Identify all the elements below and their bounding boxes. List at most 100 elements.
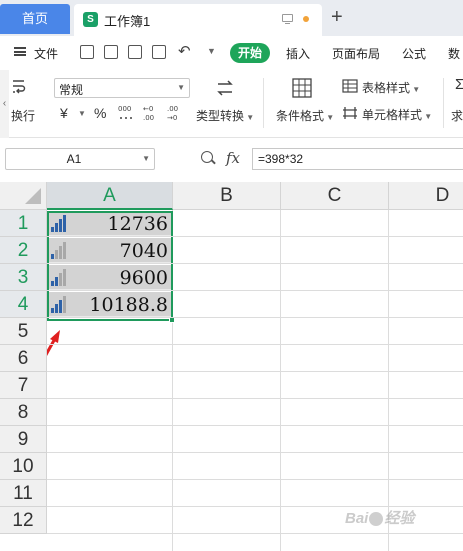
row-header-6[interactable]: 6	[0, 345, 47, 372]
row-header-12[interactable]: 12	[0, 507, 47, 534]
grid-line	[47, 506, 463, 507]
sum-icon: Σ	[455, 76, 463, 93]
conditional-format-label: 条件格式	[276, 109, 325, 123]
undo-icon[interactable]: ↶	[178, 42, 191, 60]
formula-input[interactable]: =398*32	[252, 148, 463, 170]
watermark-text: 经验	[384, 510, 415, 527]
chevron-down-icon[interactable]: ▼	[207, 46, 216, 56]
currency-button[interactable]: ¥	[60, 105, 68, 121]
table-style-icon	[342, 79, 358, 93]
row-header-1[interactable]: 1	[0, 210, 47, 237]
grid-line	[47, 479, 463, 480]
column-header-d[interactable]: D	[389, 182, 463, 210]
export-icon[interactable]	[104, 45, 118, 59]
grid-line	[47, 344, 463, 345]
svg-text:→0: →0	[167, 114, 177, 122]
print-preview-icon[interactable]	[152, 45, 166, 59]
plus-icon[interactable]: +	[331, 5, 343, 29]
tab-start[interactable]: 开始	[230, 43, 270, 63]
grid-line	[47, 263, 463, 264]
tab-bar: 首页 S 工作簿1 +	[0, 0, 463, 36]
paw-icon	[369, 512, 384, 527]
tab-workbook-title: 工作簿1	[104, 14, 151, 29]
cell-style-button[interactable]: 单元格样式 ▼	[362, 106, 432, 123]
ribbon: 换行 常规 ▼ ¥ ▼ % 000 ←0 .00 .00 →0 类型转换 ▼ 条…	[0, 70, 463, 138]
row-header-2[interactable]: 2	[0, 237, 47, 264]
type-convert-label: 类型转换	[196, 109, 245, 123]
grid-line	[280, 210, 281, 551]
wrap-text-icon	[13, 80, 26, 94]
grid-line	[47, 452, 463, 453]
row-header-5[interactable]: 5	[0, 318, 47, 345]
spreadsheet-app: 首页 S 工作簿1 + 文件 ↶ ▼ 开始 插入 页面布局 公式 数 换行 常规…	[0, 0, 463, 551]
formula-bar: A1 ▼ fx =398*32	[0, 138, 463, 182]
row-header-3[interactable]: 3	[0, 264, 47, 291]
ribbon-collapse-arrow[interactable]: ‹	[0, 70, 9, 138]
menu-data[interactable]: 数	[448, 45, 460, 62]
watermark-text: Bai	[345, 510, 369, 527]
number-format-value: 常规	[59, 83, 84, 97]
row-header-8[interactable]: 8	[0, 399, 47, 426]
spreadsheet-logo-icon: S	[83, 12, 98, 27]
increase-decimal-icon: ←0 .00	[143, 105, 154, 122]
cell-style-label: 单元格样式	[362, 108, 423, 122]
type-convert-button[interactable]: 类型转换 ▼	[196, 107, 254, 124]
table-style-label: 表格样式	[362, 81, 411, 95]
row-header-11[interactable]: 11	[0, 480, 47, 507]
decrease-decimal-icon: .00 →0	[167, 105, 178, 122]
svg-text:.00: .00	[167, 105, 178, 113]
chevron-down-icon[interactable]: ▼	[78, 109, 86, 118]
tab-home[interactable]: 首页	[0, 4, 70, 34]
svg-text:.00: .00	[143, 114, 154, 122]
zoom-icon[interactable]	[201, 151, 213, 163]
row-header-9[interactable]: 9	[0, 426, 47, 453]
name-box[interactable]: A1 ▼	[5, 148, 155, 170]
grid-line	[47, 236, 463, 237]
save-icon[interactable]	[80, 45, 94, 59]
grid-line	[47, 371, 463, 372]
grid-line	[47, 317, 463, 318]
watermark: Bai 经验	[345, 507, 414, 528]
cell-style-icon	[343, 107, 357, 119]
menu-insert[interactable]: 插入	[286, 45, 310, 62]
menu-icon[interactable]	[14, 47, 26, 56]
sum-button[interactable]: 求	[451, 107, 463, 124]
monitor-icon[interactable]	[282, 14, 293, 24]
name-box-value: A1	[66, 152, 82, 166]
selection-range[interactable]	[47, 211, 173, 321]
row-header-7[interactable]: 7	[0, 372, 47, 399]
conditional-format-button[interactable]: 条件格式 ▼	[276, 107, 334, 124]
grid-line	[47, 425, 463, 426]
wrap-text-button[interactable]: 换行	[11, 107, 35, 124]
grid-line	[47, 533, 463, 534]
grid-line	[388, 210, 389, 551]
unsaved-dot-icon	[303, 16, 309, 22]
thousands-separator-icon: 000	[118, 105, 132, 119]
svg-text:←0: ←0	[143, 105, 153, 113]
number-format-select[interactable]: 常规 ▼	[54, 78, 190, 98]
percent-button[interactable]: %	[94, 105, 106, 121]
grid-line	[47, 398, 463, 399]
select-all-corner[interactable]	[0, 182, 47, 210]
ribbon-divider	[443, 78, 444, 128]
chevron-down-icon: ▼	[177, 83, 185, 92]
column-header-b[interactable]: B	[173, 182, 281, 210]
tab-workbook[interactable]: S 工作簿1	[74, 4, 322, 36]
grid-line	[47, 290, 463, 291]
table-style-button[interactable]: 表格样式 ▼	[362, 79, 420, 96]
row-header-4[interactable]: 4	[0, 291, 47, 318]
conditional-format-icon	[292, 78, 312, 98]
menu-page-layout[interactable]: 页面布局	[332, 45, 380, 62]
print-icon[interactable]	[128, 45, 142, 59]
spreadsheet-grid: A B C D 12736 7040 9600 10188.8 Bai 经验 12345…	[0, 182, 463, 551]
fx-icon[interactable]: fx	[226, 149, 240, 167]
menu-file[interactable]: 文件	[34, 45, 58, 62]
column-header-a[interactable]: A	[47, 182, 173, 210]
row-header-10[interactable]: 10	[0, 453, 47, 480]
svg-text:000: 000	[118, 105, 131, 113]
menu-bar: 文件 ↶ ▼ 开始 插入 页面布局 公式 数	[0, 36, 463, 70]
column-header-c[interactable]: C	[281, 182, 389, 210]
menu-formula[interactable]: 公式	[402, 45, 426, 62]
type-convert-icon	[217, 80, 233, 96]
chevron-down-icon: ▼	[142, 154, 150, 163]
